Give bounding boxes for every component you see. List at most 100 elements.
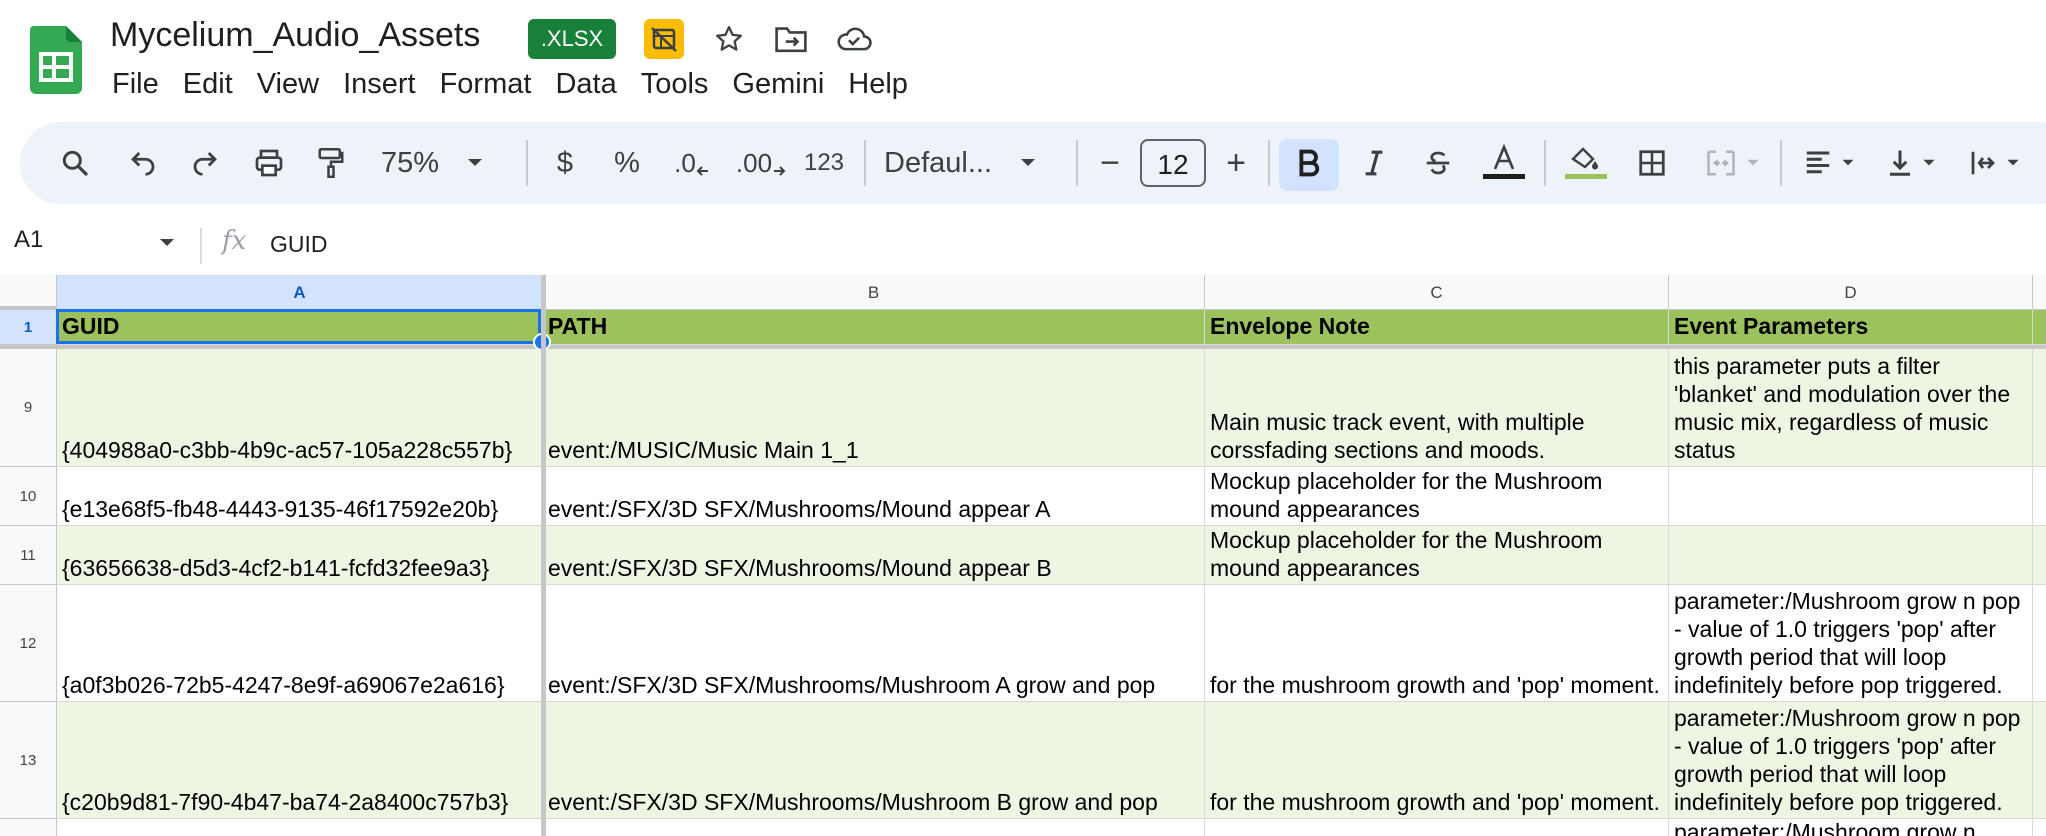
- vertical-align-icon[interactable]: [1876, 122, 1946, 204]
- cell-event-parameters[interactable]: parameter:/Mushroom grow n pop - value o…: [1669, 702, 2033, 819]
- borders-icon[interactable]: [1622, 122, 1682, 204]
- strikethrough-icon[interactable]: [1408, 122, 1468, 204]
- arrow-right-icon: [774, 166, 786, 176]
- cell-envelope-note[interactable]: for the mushroom growth and 'pop' moment…: [1205, 585, 1669, 702]
- cell-envelope-note[interactable]: for the mushroom growth and 'pop' moment…: [1205, 702, 1669, 819]
- column-header-c[interactable]: C: [1205, 275, 1669, 310]
- cell-e[interactable]: [2033, 467, 2046, 526]
- zoom-value: 75%: [380, 146, 440, 179]
- cell-path[interactable]: event:/SFX/3D SFX/Mushrooms/Mound appear…: [543, 467, 1205, 526]
- cell-path[interactable]: event:/SFX/3D SFX/Mushrooms/Mushroom B g…: [543, 702, 1205, 819]
- document-title[interactable]: Mycelium_Audio_Assets: [110, 16, 480, 55]
- redo-icon[interactable]: [178, 122, 232, 204]
- row-header[interactable]: 12: [0, 585, 57, 702]
- column-header-a[interactable]: A: [57, 275, 543, 310]
- menu-edit[interactable]: Edit: [171, 66, 245, 102]
- file-type-badge[interactable]: .XLSX: [528, 19, 616, 59]
- cell-event-parameters[interactable]: [1669, 467, 2033, 526]
- column-header-b[interactable]: B: [543, 275, 1205, 310]
- row-header[interactable]: 10: [0, 467, 57, 526]
- increase-decimal-label: .00: [735, 147, 773, 178]
- increase-font-size-button[interactable]: +: [1214, 122, 1258, 204]
- fill-color-icon[interactable]: [1556, 122, 1616, 204]
- chevron-down-icon[interactable]: [158, 238, 176, 248]
- menu-insert[interactable]: Insert: [331, 66, 428, 102]
- header-cell-e[interactable]: [2033, 310, 2046, 345]
- text-wrap-icon[interactable]: [1958, 122, 2030, 204]
- more-formats-button[interactable]: 123: [800, 122, 848, 204]
- cell-event-parameters[interactable]: parameter:/Mushroom grow n: [1669, 819, 2033, 836]
- cell-path[interactable]: event:/SFX/3D SFX/Mushrooms/Mound appear…: [543, 526, 1205, 585]
- header-cell-event-parameters[interactable]: Event Parameters: [1669, 310, 2033, 345]
- star-icon[interactable]: [709, 19, 749, 59]
- menu-data[interactable]: Data: [543, 66, 628, 102]
- row-header[interactable]: 11: [0, 526, 57, 585]
- menu-format[interactable]: Format: [428, 66, 544, 102]
- menu-view[interactable]: View: [245, 66, 331, 102]
- cell-event-parameters[interactable]: this parameter puts a filter 'blanket' a…: [1669, 349, 2033, 467]
- increase-decimal-button[interactable]: .00: [730, 122, 792, 204]
- zoom-select[interactable]: 75%: [372, 122, 492, 204]
- cell-envelope-note[interactable]: Mockup placeholder for the Mushroom moun…: [1205, 526, 1669, 585]
- chevron-down-icon: [1747, 159, 1759, 166]
- name-box[interactable]: A1: [14, 226, 43, 254]
- cell-guid[interactable]: {e13e68f5-fb48-4443-9135-46f17592e20b}: [57, 467, 543, 526]
- cell-envelope-note[interactable]: [1205, 819, 1669, 836]
- decrease-font-size-button[interactable]: −: [1088, 122, 1132, 204]
- header-cell-path[interactable]: PATH: [543, 310, 1205, 345]
- row-header[interactable]: [0, 819, 57, 836]
- cloud-saved-icon[interactable]: [834, 19, 874, 59]
- cell-guid[interactable]: {c20b9d81-7f90-4b47-ba74-2a8400c757b3}: [57, 702, 543, 819]
- menu-gemini[interactable]: Gemini: [720, 66, 836, 102]
- font-size-input[interactable]: 12: [1140, 139, 1206, 187]
- formula-input[interactable]: GUID: [270, 231, 328, 258]
- decrease-decimal-button[interactable]: .0: [664, 122, 720, 204]
- toolbar-divider: [1076, 140, 1078, 186]
- cell-guid[interactable]: {a0f3b026-72b5-4247-8e9f-a69067e2a616}: [57, 585, 543, 702]
- cell-guid[interactable]: [57, 819, 543, 836]
- move-to-folder-icon[interactable]: [771, 19, 811, 59]
- search-menus-icon[interactable]: [48, 122, 102, 204]
- cell-envelope-note[interactable]: Main music track event, with multiple co…: [1205, 349, 1669, 467]
- row-header[interactable]: 13: [0, 702, 57, 819]
- frozen-column-divider[interactable]: [541, 275, 546, 836]
- horizontal-align-icon[interactable]: [1794, 122, 1864, 204]
- percent-format-button[interactable]: %: [602, 122, 652, 204]
- header-cell-envelope-note[interactable]: Envelope Note: [1205, 310, 1669, 345]
- italic-icon[interactable]: [1344, 122, 1404, 204]
- cell-path[interactable]: [543, 819, 1205, 836]
- cell-reference: A1: [14, 226, 44, 253]
- paint-format-icon[interactable]: [304, 122, 358, 204]
- row-header[interactable]: 1: [0, 310, 57, 345]
- cell-e[interactable]: [2033, 702, 2046, 819]
- chevron-down-icon: [1923, 159, 1935, 166]
- cell-envelope-note[interactable]: Mockup placeholder for the Mushroom moun…: [1205, 467, 1669, 526]
- offline-sync-off-icon[interactable]: [644, 19, 684, 59]
- menu-help[interactable]: Help: [836, 66, 920, 102]
- menu-file[interactable]: File: [100, 66, 171, 102]
- undo-icon[interactable]: [116, 122, 170, 204]
- formula-bar-divider: [200, 228, 202, 264]
- column-header-d[interactable]: D: [1669, 275, 2033, 310]
- print-icon[interactable]: [242, 122, 296, 204]
- cell-event-parameters[interactable]: parameter:/Mushroom grow n pop - value o…: [1669, 585, 2033, 702]
- cell-guid[interactable]: {404988a0-c3bb-4b9c-ac57-105a228c557b}: [57, 349, 543, 467]
- text-color-icon[interactable]: [1474, 122, 1534, 204]
- cell-event-parameters[interactable]: [1669, 526, 2033, 585]
- chevron-down-icon: [2007, 159, 2019, 166]
- font-family-select[interactable]: Defaul...: [884, 122, 1054, 204]
- row-header[interactable]: 9: [0, 349, 57, 467]
- menu-tools[interactable]: Tools: [629, 66, 721, 102]
- cell-e[interactable]: [2033, 349, 2046, 467]
- cell-path[interactable]: event:/MUSIC/Music Main 1_1: [543, 349, 1205, 467]
- cell-guid[interactable]: {63656638-d5d3-4cf2-b141-fcfd32fee9a3}: [57, 526, 543, 585]
- currency-format-button[interactable]: $: [540, 122, 590, 204]
- bold-button[interactable]: [1279, 122, 1339, 204]
- select-all-corner[interactable]: [0, 275, 57, 310]
- sheets-logo-icon[interactable]: [30, 26, 82, 94]
- cell-path[interactable]: event:/SFX/3D SFX/Mushrooms/Mushroom A g…: [543, 585, 1205, 702]
- cell-e[interactable]: [2033, 585, 2046, 702]
- cell-e[interactable]: [2033, 526, 2046, 585]
- merge-cells-icon[interactable]: [1696, 122, 1768, 204]
- column-header-e[interactable]: [2033, 275, 2046, 310]
